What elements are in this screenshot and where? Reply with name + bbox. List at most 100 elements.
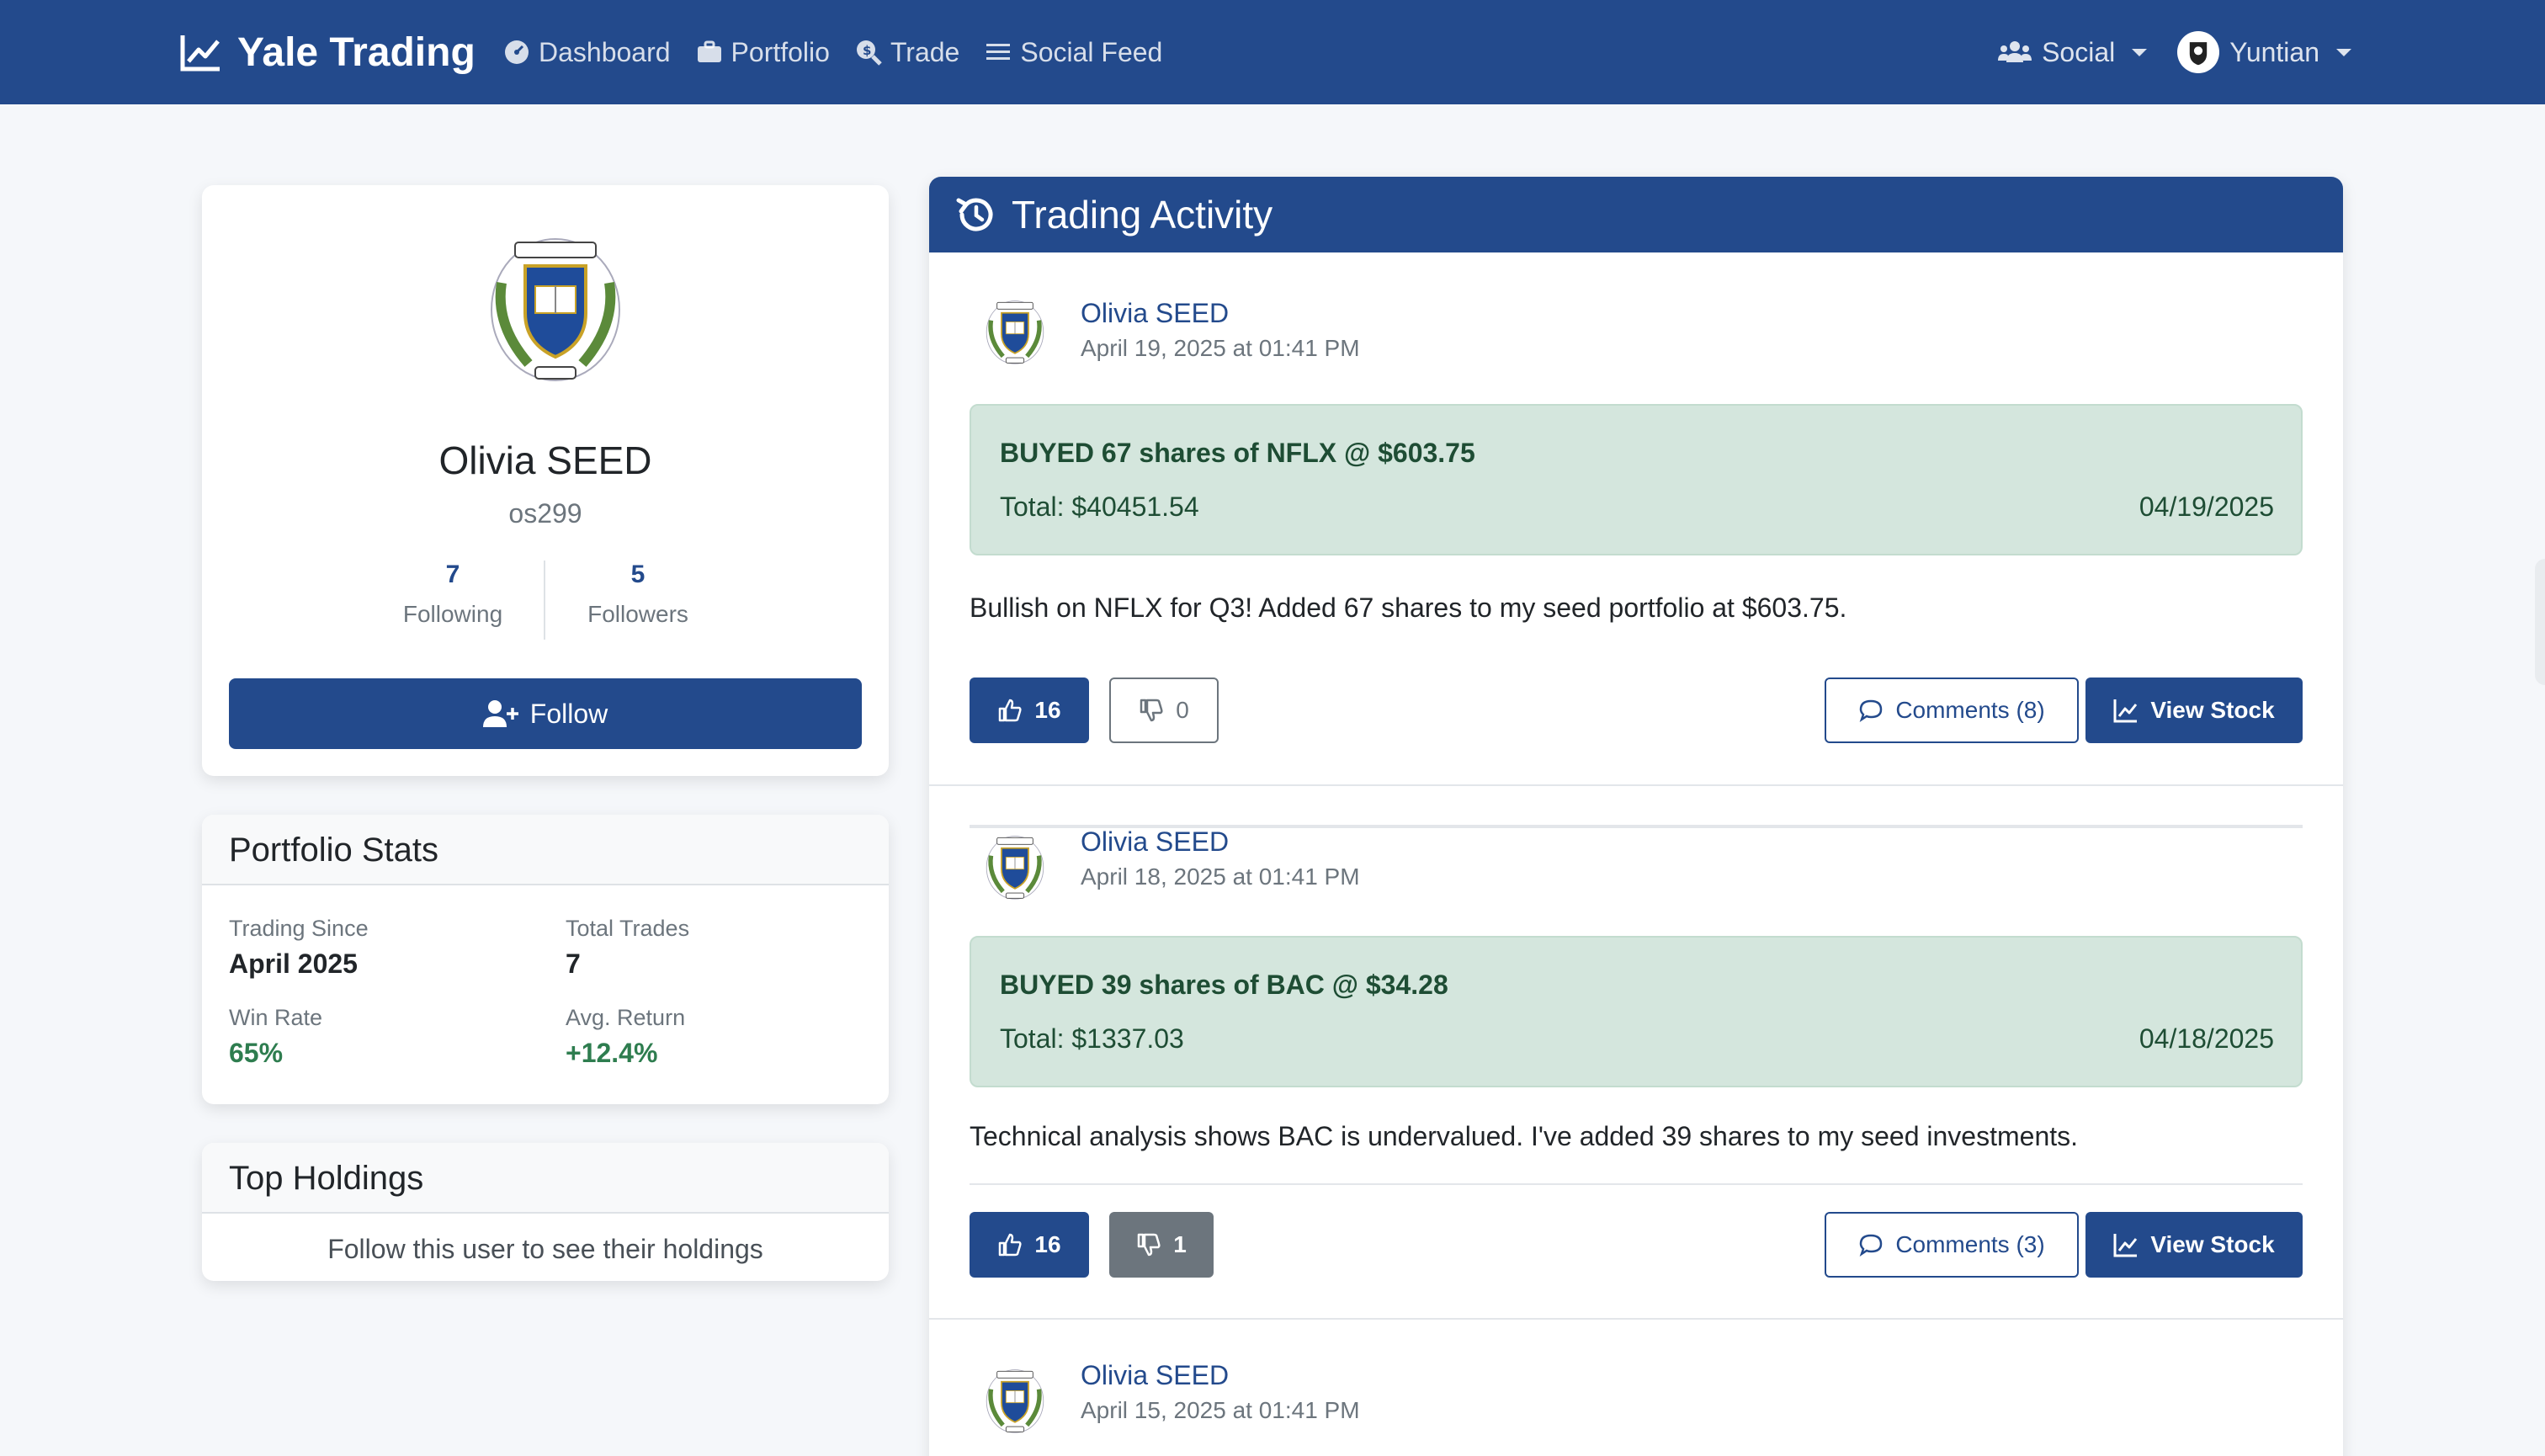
side-panel-handle[interactable]: [2535, 559, 2545, 685]
profile-card: Olivia SEED os299 7 Following 5 Follower…: [202, 185, 889, 776]
trading-activity-card: Trading Activity Olivia SEED April 19, 2…: [929, 177, 2343, 1456]
history-icon: [956, 198, 993, 231]
dislike-button[interactable]: 0: [1109, 678, 1219, 743]
users-icon: [1998, 41, 2032, 62]
view-stock-button[interactable]: View Stock: [2085, 1212, 2303, 1278]
like-count: 16: [1034, 697, 1061, 723]
top-holdings-title: Top Holdings: [202, 1143, 889, 1214]
like-count: 16: [1034, 1231, 1061, 1257]
win-rate-value: 65%: [229, 1038, 284, 1068]
nav-dashboard[interactable]: Dashboard: [503, 37, 671, 68]
comments-label: Comments (3): [1895, 1231, 2045, 1257]
dislike-count: 1: [1173, 1231, 1187, 1257]
trade-summary: BUYED 67 shares of NFLX @ $603.75 Total:…: [970, 404, 2303, 555]
trading-since-stat: Trading Since April 2025: [229, 916, 369, 980]
gauge-icon: [505, 40, 529, 64]
profile-name: Olivia SEED: [438, 438, 652, 482]
social-dropdown-label: Social: [2042, 36, 2116, 67]
trade-total: Total: $40451.54: [1000, 492, 1199, 522]
nav-portfolio-label: Portfolio: [731, 36, 830, 67]
total-trades-stat: Total Trades 7: [566, 916, 689, 980]
followers-count: 5: [630, 561, 646, 588]
trading-since-label: Trading Since: [229, 916, 369, 941]
trading-activity-header: Trading Activity: [929, 177, 2343, 252]
social-dropdown[interactable]: Social: [1998, 36, 2148, 68]
nav-portfolio[interactable]: Portfolio: [696, 37, 830, 68]
user-dropdown-label: Yuntian: [2229, 36, 2319, 67]
thumbs-down-icon: [1140, 699, 1163, 722]
chevron-down-icon: [2132, 48, 2148, 56]
author-avatar: [983, 298, 1047, 365]
comments-button[interactable]: Comments (8): [1825, 678, 2079, 743]
chart-line-icon: [2113, 1234, 2138, 1257]
followers-stat[interactable]: 5 Followers: [554, 561, 722, 628]
brand-link[interactable]: Yale Trading: [180, 25, 476, 79]
following-count: 7: [445, 561, 460, 588]
list-icon: [986, 44, 1011, 60]
view-stock-label: View Stock: [2150, 697, 2275, 723]
stat-divider: [544, 561, 545, 640]
author-avatar: [983, 833, 1047, 901]
top-holdings-message: Follow this user to see their holdings: [327, 1234, 763, 1264]
comments-label: Comments (8): [1895, 697, 2045, 723]
trading-since-value: April 2025: [229, 949, 358, 979]
trade-total: Total: $1337.03: [1000, 1023, 1184, 1054]
followers-label: Followers: [587, 601, 688, 627]
thumbs-up-icon: [999, 699, 1022, 722]
avg-return-label: Avg. Return: [566, 1005, 686, 1030]
win-rate-label: Win Rate: [229, 1005, 323, 1030]
like-button[interactable]: 16: [970, 678, 1089, 743]
thumbs-down-icon: [1137, 1233, 1161, 1257]
search-dollar-icon: $: [856, 40, 882, 66]
post-separator: [929, 1318, 2343, 1320]
post-text: Technical analysis shows BAC is underval…: [970, 1121, 2079, 1151]
comments-button[interactable]: Comments (3): [1825, 1212, 2079, 1278]
nav-links: Dashboard Portfolio $ Trade Social Feed: [503, 27, 1162, 77]
post-author[interactable]: Olivia SEED: [1081, 826, 1229, 858]
like-button[interactable]: 16: [970, 1212, 1089, 1278]
line-chart-icon: [180, 35, 220, 72]
user-avatar: [2177, 31, 2220, 73]
nav-dashboard-label: Dashboard: [539, 36, 671, 67]
user-dropdown[interactable]: Yuntian: [2177, 31, 2351, 73]
post-separator: [929, 784, 2343, 786]
trade-title: BUYED 67 shares of NFLX @ $603.75: [1000, 438, 1475, 468]
top-holdings-card: Top Holdings Follow this user to see the…: [202, 1143, 889, 1281]
following-stat[interactable]: 7 Following: [369, 561, 537, 628]
post-timestamp: April 15, 2025 at 01:41 PM: [1081, 1397, 1360, 1423]
total-trades-label: Total Trades: [566, 916, 690, 941]
briefcase-icon: [697, 40, 721, 62]
trade-date: 04/19/2025: [2139, 492, 2274, 522]
yale-crest-icon: [485, 232, 626, 384]
svg-text:$: $: [863, 43, 871, 58]
post-author[interactable]: Olivia SEED: [1081, 298, 1229, 329]
post-author[interactable]: Olivia SEED: [1081, 1360, 1229, 1391]
nav-social-feed-label: Social Feed: [1020, 36, 1163, 67]
dislike-button[interactable]: 1: [1109, 1212, 1214, 1278]
thumbs-up-icon: [999, 1233, 1022, 1257]
chevron-down-icon: [2336, 48, 2351, 56]
portfolio-stats-title: Portfolio Stats: [202, 815, 889, 885]
avg-return-stat: Avg. Return +12.4%: [566, 1005, 685, 1069]
view-stock-button[interactable]: View Stock: [2085, 678, 2303, 743]
nav-right: Social Yuntian: [1998, 25, 2351, 79]
follow-button-label: Follow: [529, 698, 608, 729]
trade-summary: BUYED 39 shares of BAC @ $34.28 Total: $…: [970, 936, 2303, 1087]
post-divider: [970, 1183, 2303, 1185]
follow-button[interactable]: Follow: [229, 678, 862, 749]
post-text: Bullish on NFLX for Q3! Added 67 shares …: [970, 592, 1847, 623]
top-navbar: Yale Trading Dashboard Portfolio $ Trade…: [0, 0, 2545, 104]
nav-trade-label: Trade: [890, 36, 960, 67]
following-label: Following: [402, 601, 503, 627]
post-timestamp: April 19, 2025 at 01:41 PM: [1081, 335, 1360, 361]
trading-activity-title: Trading Activity: [1012, 193, 1273, 236]
user-crest-icon: [2190, 42, 2208, 66]
view-stock-label: View Stock: [2150, 1231, 2275, 1257]
total-trades-value: 7: [566, 949, 581, 979]
dislike-count: 0: [1176, 697, 1189, 723]
trade-date: 04/18/2025: [2139, 1023, 2274, 1054]
profile-username: os299: [508, 498, 582, 529]
nav-social-feed[interactable]: Social Feed: [985, 37, 1162, 68]
avg-return-value: +12.4%: [566, 1038, 658, 1068]
nav-trade[interactable]: $ Trade: [855, 37, 959, 68]
